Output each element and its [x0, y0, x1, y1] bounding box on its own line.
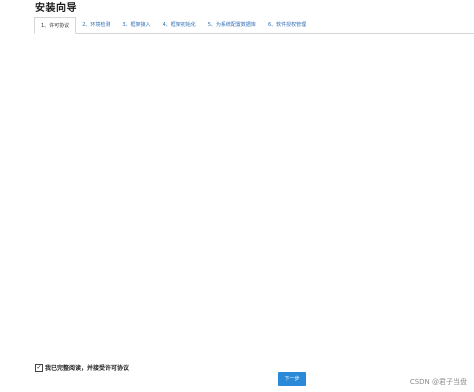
install-wizard-page: 安装向导 1、许可协议 2、环境检测 3、框架接入 4、框架初始化 5、为系统配…: [0, 0, 474, 392]
license-content-panel: [34, 34, 474, 354]
tab-license-agreement[interactable]: 1、许可协议: [34, 17, 77, 34]
tab-database-config[interactable]: 5、为系统配置数据库: [202, 17, 262, 33]
agree-checkbox[interactable]: ✓: [35, 363, 43, 372]
wizard-tab-bar: 1、许可协议 2、环境检测 3、框架接入 4、框架初始化 5、为系统配置数据库 …: [34, 17, 474, 34]
next-step-button[interactable]: 下一步: [278, 372, 306, 386]
page-title: 安装向导: [35, 3, 77, 14]
tab-license-management[interactable]: 6、软件授权管理: [262, 17, 312, 33]
tab-framework-init[interactable]: 4、框架初始化: [157, 17, 202, 33]
tab-framework-access[interactable]: 3、框架接入: [116, 17, 156, 33]
agreement-row[interactable]: ✓ 我已完整阅读，并接受许可协议: [35, 363, 129, 372]
csdn-watermark: CSDN @君子当盘: [409, 378, 467, 386]
tab-environment-check[interactable]: 2、环境检测: [76, 17, 116, 33]
agree-label: 我已完整阅读，并接受许可协议: [45, 365, 130, 372]
